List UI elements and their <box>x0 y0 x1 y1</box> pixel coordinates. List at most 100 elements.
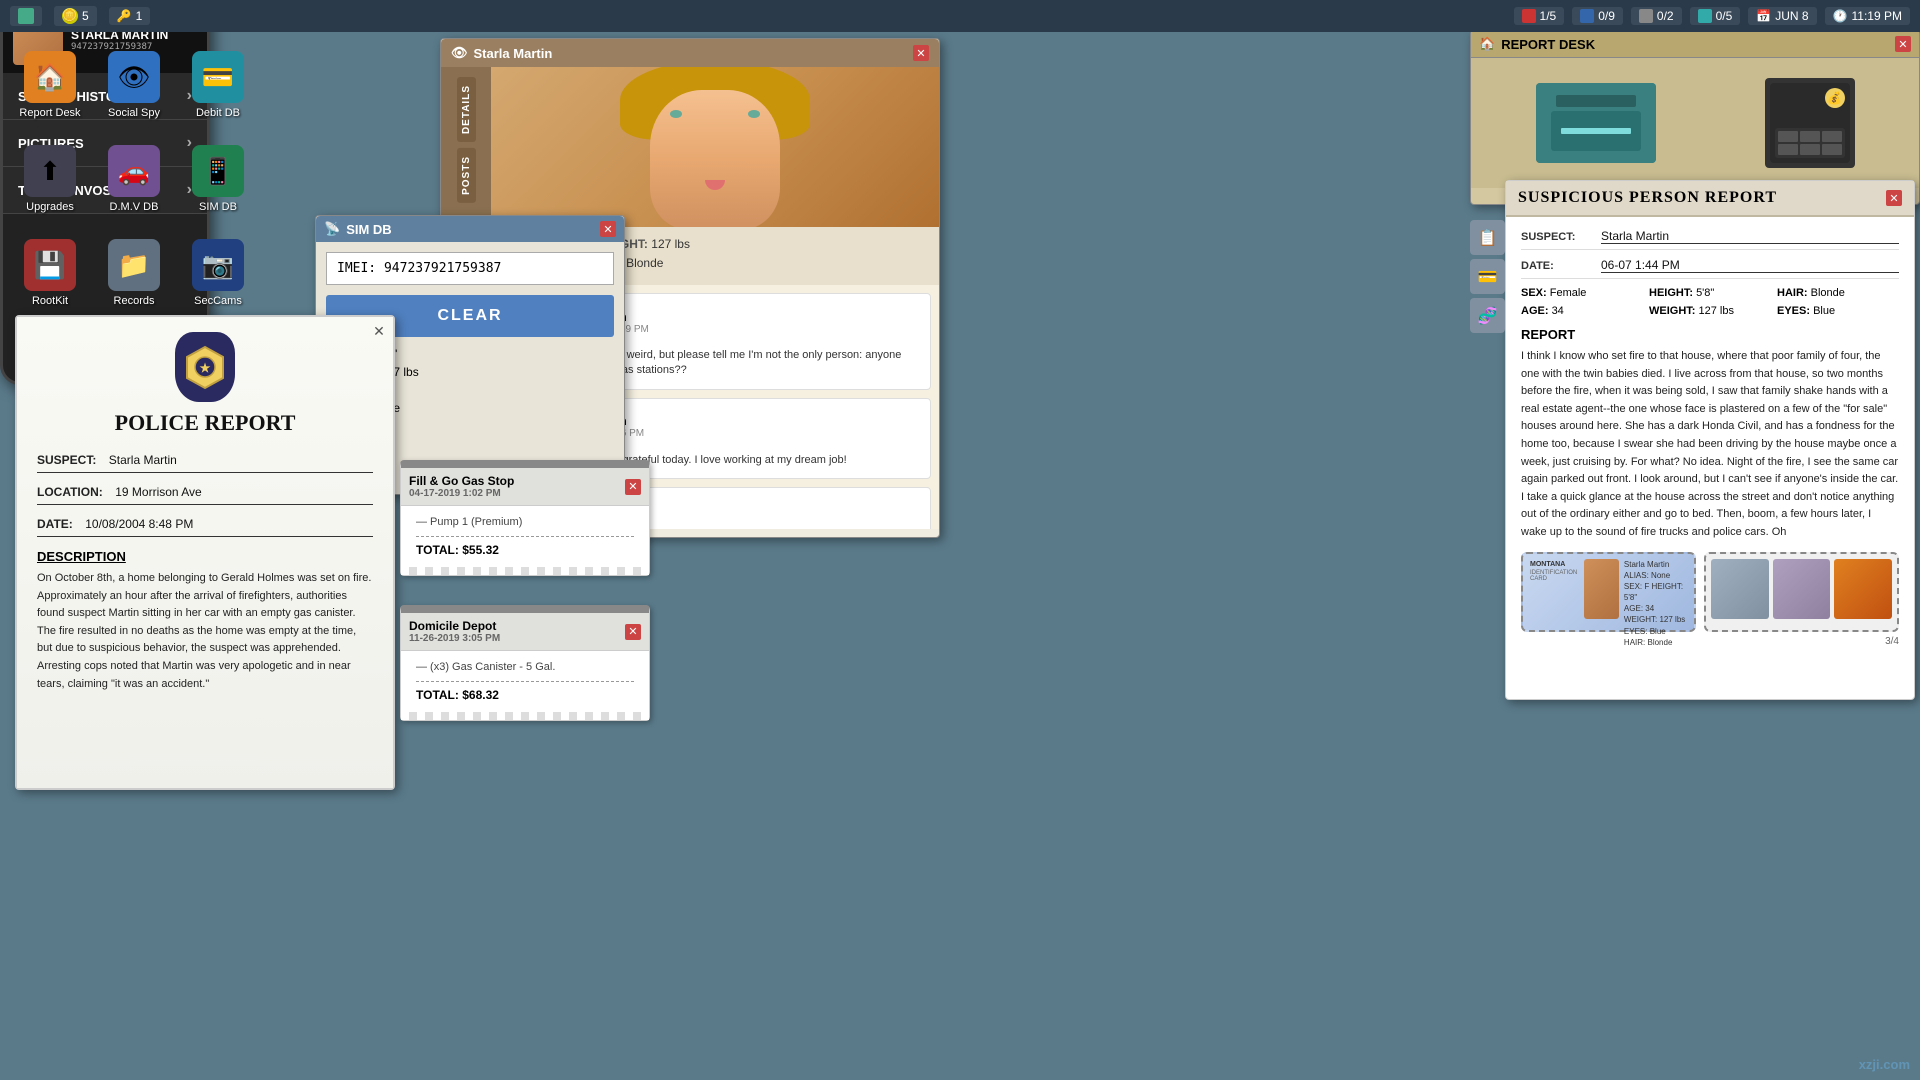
status-1-label: 1/5 <box>1540 9 1557 23</box>
battery-icon <box>18 8 34 24</box>
calendar-icon: 📅 <box>1756 9 1771 23</box>
police-location-value: 19 Morrison Ave <box>115 485 202 499</box>
status-2: 0/9 <box>1572 7 1623 25</box>
coin-icon: 🪙 <box>62 8 78 24</box>
suspicious-report-titlebar: SUSPICIOUS PERSON REPORT ✕ <box>1506 181 1914 217</box>
receipt-1-store: Fill & Go Gas Stop 04-17-2019 1:02 PM <box>409 474 514 499</box>
suspect-report-text: I think I know who set fire to that hous… <box>1521 348 1899 542</box>
receipt-2-date: 11-26-2019 3:05 PM <box>409 633 500 644</box>
receipt-1-window: Fill & Go Gas Stop 04-17-2019 1:02 PM ✕ … <box>400 460 650 576</box>
sidebar-item-upgrades[interactable]: ⬆ Upgrades <box>10 134 90 224</box>
status-4: 0/5 <box>1690 7 1741 25</box>
sidebar-item-sim-db[interactable]: 📱 SIM DB <box>178 134 258 224</box>
suspect-date-value: 06-07 1:44 PM <box>1601 258 1899 273</box>
sidebar-item-seccams[interactable]: 📷 SecCams <box>178 228 258 318</box>
report-desk-titlebar: 🏠 REPORT DESK ✕ <box>1471 31 1919 58</box>
gray-status-icon <box>1639 9 1653 23</box>
police-date-label: DATE: <box>37 517 73 531</box>
sidebar-icon-dna[interactable]: 🧬 <box>1470 298 1505 333</box>
receipt-1-item-1: — Pump 1 (Premium) <box>416 516 634 528</box>
sidebar-icon-file[interactable]: 📋 <box>1470 220 1505 255</box>
simdb-icon: 📡 <box>324 221 340 237</box>
suspect-photo-gallery <box>1704 552 1899 632</box>
police-suspect-label: SUSPECT: <box>37 453 96 467</box>
sidebar-item-debit-db[interactable]: 💳 Debit DB <box>178 40 258 130</box>
report-desk-close-button[interactable]: ✕ <box>1895 36 1911 52</box>
status-3: 0/2 <box>1631 7 1682 25</box>
key-status: 🔑 1 <box>109 7 151 25</box>
imei-display: IMEI: 947237921759387 <box>326 252 614 285</box>
suspect-id-card: MONTANA IDENTIFICATION CARD Starla Marti… <box>1521 552 1696 632</box>
time-label: 11:19 PM <box>1852 9 1902 23</box>
dmv-db-icon: 🚗 <box>108 145 160 197</box>
photo-thumb-2 <box>1773 559 1831 619</box>
suspect-report-section-title: REPORT <box>1521 327 1899 342</box>
tab-details[interactable]: DETAILS <box>457 77 476 142</box>
status-4-label: 0/5 <box>1716 9 1733 23</box>
page-counter: 3/4 <box>1521 636 1899 647</box>
receipt-1-total: TOTAL: $55.32 <box>416 536 634 557</box>
simdb-titlebar: 📡 SIM DB ✕ <box>316 216 624 242</box>
id-card-text: Starla MartinALIAS: NoneSEX: F HEIGHT: 5… <box>1624 559 1689 625</box>
rootkit-icon: 💾 <box>24 239 76 291</box>
police-description-text: On October 8th, a home belonging to Gera… <box>37 570 373 693</box>
suspicious-report-close-button[interactable]: ✕ <box>1886 190 1902 206</box>
suspicious-report-title: SUSPICIOUS PERSON REPORT <box>1518 189 1777 207</box>
suspect-weight: WEIGHT: 127 lbs <box>1649 305 1771 317</box>
sidebar-item-dmv-db[interactable]: 🚗 D.M.V DB <box>94 134 174 224</box>
receipt-1-close-button[interactable]: ✕ <box>625 479 641 495</box>
sidebar-item-report-desk[interactable]: 🏠 Report Desk <box>10 40 90 130</box>
police-location-field: LOCATION: 19 Morrison Ave <box>37 483 373 505</box>
receipt-2-header: Domicile Depot 11-26-2019 3:05 PM ✕ <box>401 613 649 651</box>
taskbar-left: 🪙 5 🔑 1 <box>10 6 150 26</box>
social-spy-close-button[interactable]: ✕ <box>913 45 929 61</box>
police-report-close-button[interactable]: ✕ <box>370 322 388 340</box>
records-icon: 📁 <box>108 239 160 291</box>
sidebar-icon-card[interactable]: 💳 <box>1470 259 1505 294</box>
receipt-1-deco <box>401 567 649 575</box>
key-icon: 🔑 <box>117 9 132 23</box>
simdb-close-button[interactable]: ✕ <box>600 221 616 237</box>
receipt-2-store: Domicile Depot 11-26-2019 3:05 PM <box>409 619 500 644</box>
date-label: JUN 8 <box>1775 9 1808 23</box>
dmv-db-label: D.M.V DB <box>110 201 159 213</box>
debit-db-label: Debit DB <box>196 107 240 119</box>
seccams-icon: 📷 <box>192 239 244 291</box>
receipt-2-deco <box>401 712 649 720</box>
social-spy-label: Social Spy <box>108 107 160 119</box>
profile-image <box>491 67 939 227</box>
police-description-title: DESCRIPTION <box>37 549 373 564</box>
seccams-label: SecCams <box>194 295 242 307</box>
police-suspect-field: SUSPECT: Starla Martin <box>37 451 373 473</box>
sidebar-item-social-spy[interactable]: 👁 Social Spy <box>94 40 174 130</box>
report-desk-window: 🏠 REPORT DESK ✕ 💰 <box>1470 30 1920 205</box>
photo-thumb-fire <box>1834 559 1892 619</box>
desktop-icons: 🏠 Report Desk 👁 Social Spy 💳 Debit DB ⬆ … <box>10 40 258 318</box>
badge-icon: ★ <box>175 332 235 402</box>
police-badge: ★ <box>37 332 373 402</box>
social-spy-icon-title: 👁 <box>451 45 468 61</box>
phone-object: 💰 <box>1765 78 1855 168</box>
suspect-name-row: SUSPECT: Starla Martin <box>1521 229 1899 250</box>
debit-db-icon: 💳 <box>192 51 244 103</box>
social-spy-titlebar: 👁 Starla Martin ✕ <box>441 39 939 67</box>
suspect-date-row: DATE: 06-07 1:44 PM <box>1521 258 1899 279</box>
receipt-2-window: Domicile Depot 11-26-2019 3:05 PM ✕ — (x… <box>400 605 650 721</box>
social-spy-title-text: Starla Martin <box>474 46 553 61</box>
suspect-footer: MONTANA IDENTIFICATION CARD Starla Marti… <box>1521 552 1899 632</box>
sidebar-item-records[interactable]: 📁 Records <box>94 228 174 318</box>
status-3-label: 0/2 <box>1657 9 1674 23</box>
report-desk-label: Report Desk <box>19 107 80 119</box>
suspect-name-value: Starla Martin <box>1601 229 1899 244</box>
sidebar-item-rootkit[interactable]: 💾 RootKit <box>10 228 90 318</box>
sim-db-label: SIM DB <box>199 201 237 213</box>
social-spy-icon: 👁 <box>108 51 160 103</box>
tab-posts[interactable]: POSTS <box>457 148 476 203</box>
suspect-age: AGE: 34 <box>1521 305 1643 317</box>
receipt-1-date: 04-17-2019 1:02 PM <box>409 488 514 499</box>
receipt-2-close-button[interactable]: ✕ <box>625 624 641 640</box>
date-display: 📅 JUN 8 <box>1748 7 1816 25</box>
police-report-body: ★ POLICE REPORT SUSPECT: Starla Martin L… <box>17 317 393 788</box>
report-desk-content: 💰 <box>1471 58 1919 188</box>
suspect-name-label: SUSPECT: <box>1521 231 1601 243</box>
